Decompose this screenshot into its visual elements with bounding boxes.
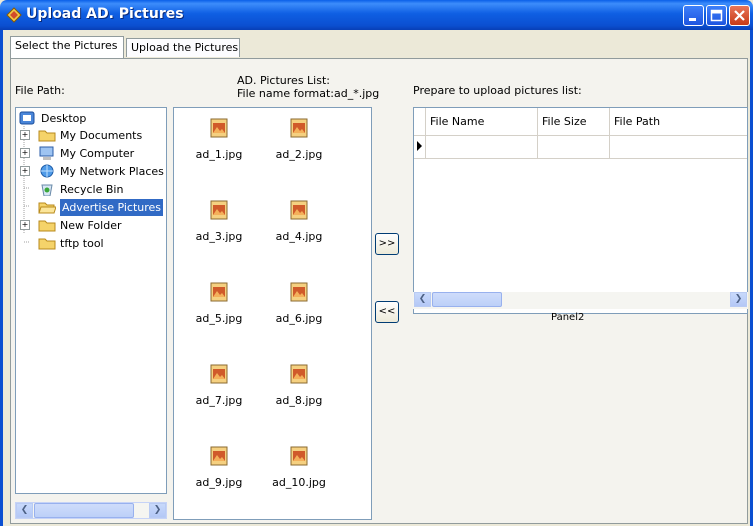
computer-icon bbox=[39, 146, 54, 160]
tree-item-recycle-bin[interactable]: Recycle Bin bbox=[38, 181, 123, 198]
expand-icon[interactable]: + bbox=[20, 166, 30, 176]
image-file-icon bbox=[210, 200, 228, 220]
remove-from-upload-button[interactable]: << bbox=[375, 301, 399, 323]
tab-select-pictures[interactable]: Select the Pictures bbox=[10, 36, 124, 58]
tree-item-my-network-places[interactable]: My Network Places bbox=[38, 163, 164, 180]
file-item[interactable]: ad_4.jpg bbox=[264, 200, 334, 243]
grid-horizontal-scrollbar[interactable]: ❮ ❯ bbox=[413, 292, 748, 309]
pictures-list-title: AD. Pictures List: bbox=[237, 74, 330, 87]
file-name: ad_3.jpg bbox=[195, 230, 243, 243]
upload-list-title: Prepare to upload pictures list: bbox=[413, 84, 582, 97]
tree-item-label: Recycle Bin bbox=[60, 183, 124, 196]
tree-item-label: New Folder bbox=[60, 219, 122, 232]
window-title: Upload AD. Pictures bbox=[26, 6, 184, 22]
column-header-file-path[interactable]: File Path bbox=[610, 108, 747, 136]
scroll-right-icon[interactable]: ❯ bbox=[149, 503, 166, 518]
tree-item-label: Desktop bbox=[41, 112, 87, 125]
tree-item-label: My Computer bbox=[60, 147, 135, 160]
tree-item-my-computer[interactable]: My Computer bbox=[38, 145, 134, 162]
pictures-list-format: File name format:ad_*.jpg bbox=[237, 87, 380, 100]
folder-icon bbox=[38, 238, 56, 250]
app-icon bbox=[6, 7, 22, 23]
image-file-icon bbox=[290, 282, 308, 302]
file-item[interactable]: ad_3.jpg bbox=[184, 200, 254, 243]
title-bar[interactable]: Upload AD. Pictures bbox=[0, 0, 753, 30]
file-item[interactable]: ad_5.jpg bbox=[184, 282, 254, 325]
tree-item-label: tftp tool bbox=[60, 237, 104, 250]
expand-icon[interactable]: + bbox=[20, 148, 30, 158]
column-header-file-name[interactable]: File Name bbox=[426, 108, 538, 136]
image-file-icon bbox=[290, 446, 308, 466]
column-header-file-size[interactable]: File Size bbox=[538, 108, 610, 136]
file-name: ad_7.jpg bbox=[195, 394, 243, 407]
file-item[interactable]: ad_7.jpg bbox=[184, 364, 254, 407]
image-file-icon bbox=[290, 200, 308, 220]
cell-file-size[interactable] bbox=[538, 136, 610, 159]
row-header-corner bbox=[414, 108, 426, 136]
upload-list-grid[interactable]: File Name File Size File Path bbox=[413, 107, 748, 314]
window-frame-left bbox=[0, 30, 3, 526]
folder-open-icon bbox=[38, 202, 56, 214]
expand-icon[interactable]: + bbox=[20, 130, 30, 140]
tree-item-tftp-tool[interactable]: tftp tool bbox=[38, 235, 104, 252]
tree-item-label: My Network Places bbox=[60, 165, 164, 178]
expand-icon[interactable]: + bbox=[20, 220, 30, 230]
panel-label: Panel2 bbox=[551, 312, 585, 323]
scroll-left-icon[interactable]: ❮ bbox=[16, 503, 33, 518]
image-file-icon bbox=[290, 118, 308, 138]
tree-item-desktop[interactable]: Desktop bbox=[19, 110, 86, 127]
tree-item-label: My Documents bbox=[60, 129, 143, 142]
file-name: ad_10.jpg bbox=[272, 476, 326, 489]
file-path-label: File Path: bbox=[15, 84, 65, 97]
tab-upload-pictures[interactable]: Upload the Pictures bbox=[126, 38, 240, 57]
scroll-left-icon[interactable]: ❮ bbox=[414, 292, 431, 307]
tree-item-new-folder[interactable]: New Folder bbox=[38, 217, 121, 234]
scroll-thumb[interactable] bbox=[34, 503, 134, 518]
file-name: ad_8.jpg bbox=[275, 394, 323, 407]
file-item[interactable]: ad_2.jpg bbox=[264, 118, 334, 161]
current-row-arrow-icon bbox=[417, 141, 422, 151]
file-item[interactable]: ad_10.jpg bbox=[264, 446, 334, 489]
image-file-icon bbox=[210, 446, 228, 466]
network-icon bbox=[40, 164, 54, 178]
file-name: ad_4.jpg bbox=[275, 230, 323, 243]
row-indicator bbox=[414, 136, 426, 159]
cell-file-name[interactable] bbox=[426, 136, 538, 159]
folder-tree[interactable]: Desktop + My Documents + My Computer + M… bbox=[15, 107, 167, 494]
file-item[interactable]: ad_6.jpg bbox=[264, 282, 334, 325]
image-file-icon bbox=[210, 118, 228, 138]
close-button[interactable] bbox=[729, 5, 750, 26]
file-name: ad_6.jpg bbox=[275, 312, 323, 325]
recycle-bin-icon bbox=[41, 184, 53, 196]
file-item[interactable]: ad_8.jpg bbox=[264, 364, 334, 407]
file-name: ad_5.jpg bbox=[195, 312, 243, 325]
image-file-icon bbox=[210, 364, 228, 384]
minimize-icon bbox=[689, 18, 696, 21]
tree-item-label: Advertise Pictures bbox=[60, 199, 164, 216]
file-name: ad_9.jpg bbox=[195, 476, 243, 489]
file-name: ad_2.jpg bbox=[275, 148, 323, 161]
close-icon bbox=[734, 10, 745, 21]
add-to-upload-button[interactable]: >> bbox=[375, 233, 399, 255]
file-item[interactable]: ad_9.jpg bbox=[184, 446, 254, 489]
scroll-thumb[interactable] bbox=[432, 292, 502, 307]
image-file-icon bbox=[210, 282, 228, 302]
maximize-icon bbox=[710, 9, 723, 22]
cell-file-path[interactable] bbox=[610, 136, 747, 159]
minimize-button[interactable] bbox=[683, 5, 704, 26]
maximize-button[interactable] bbox=[706, 5, 727, 26]
scroll-right-icon[interactable]: ❯ bbox=[730, 292, 747, 307]
tree-item-advertise-pictures[interactable]: Advertise Pictures bbox=[38, 199, 164, 216]
desktop-icon bbox=[19, 111, 35, 125]
folder-icon bbox=[38, 130, 56, 142]
pictures-list[interactable]: ad_1.jpg ad_2.jpg ad_3.jpg ad_4.jpg ad_5… bbox=[173, 107, 372, 520]
tree-horizontal-scrollbar[interactable]: ❮ ❯ bbox=[15, 502, 167, 519]
file-name: ad_1.jpg bbox=[195, 148, 243, 161]
folder-icon bbox=[38, 220, 56, 232]
image-file-icon bbox=[290, 364, 308, 384]
file-item[interactable]: ad_1.jpg bbox=[184, 118, 254, 161]
tree-item-my-documents[interactable]: My Documents bbox=[38, 127, 142, 144]
